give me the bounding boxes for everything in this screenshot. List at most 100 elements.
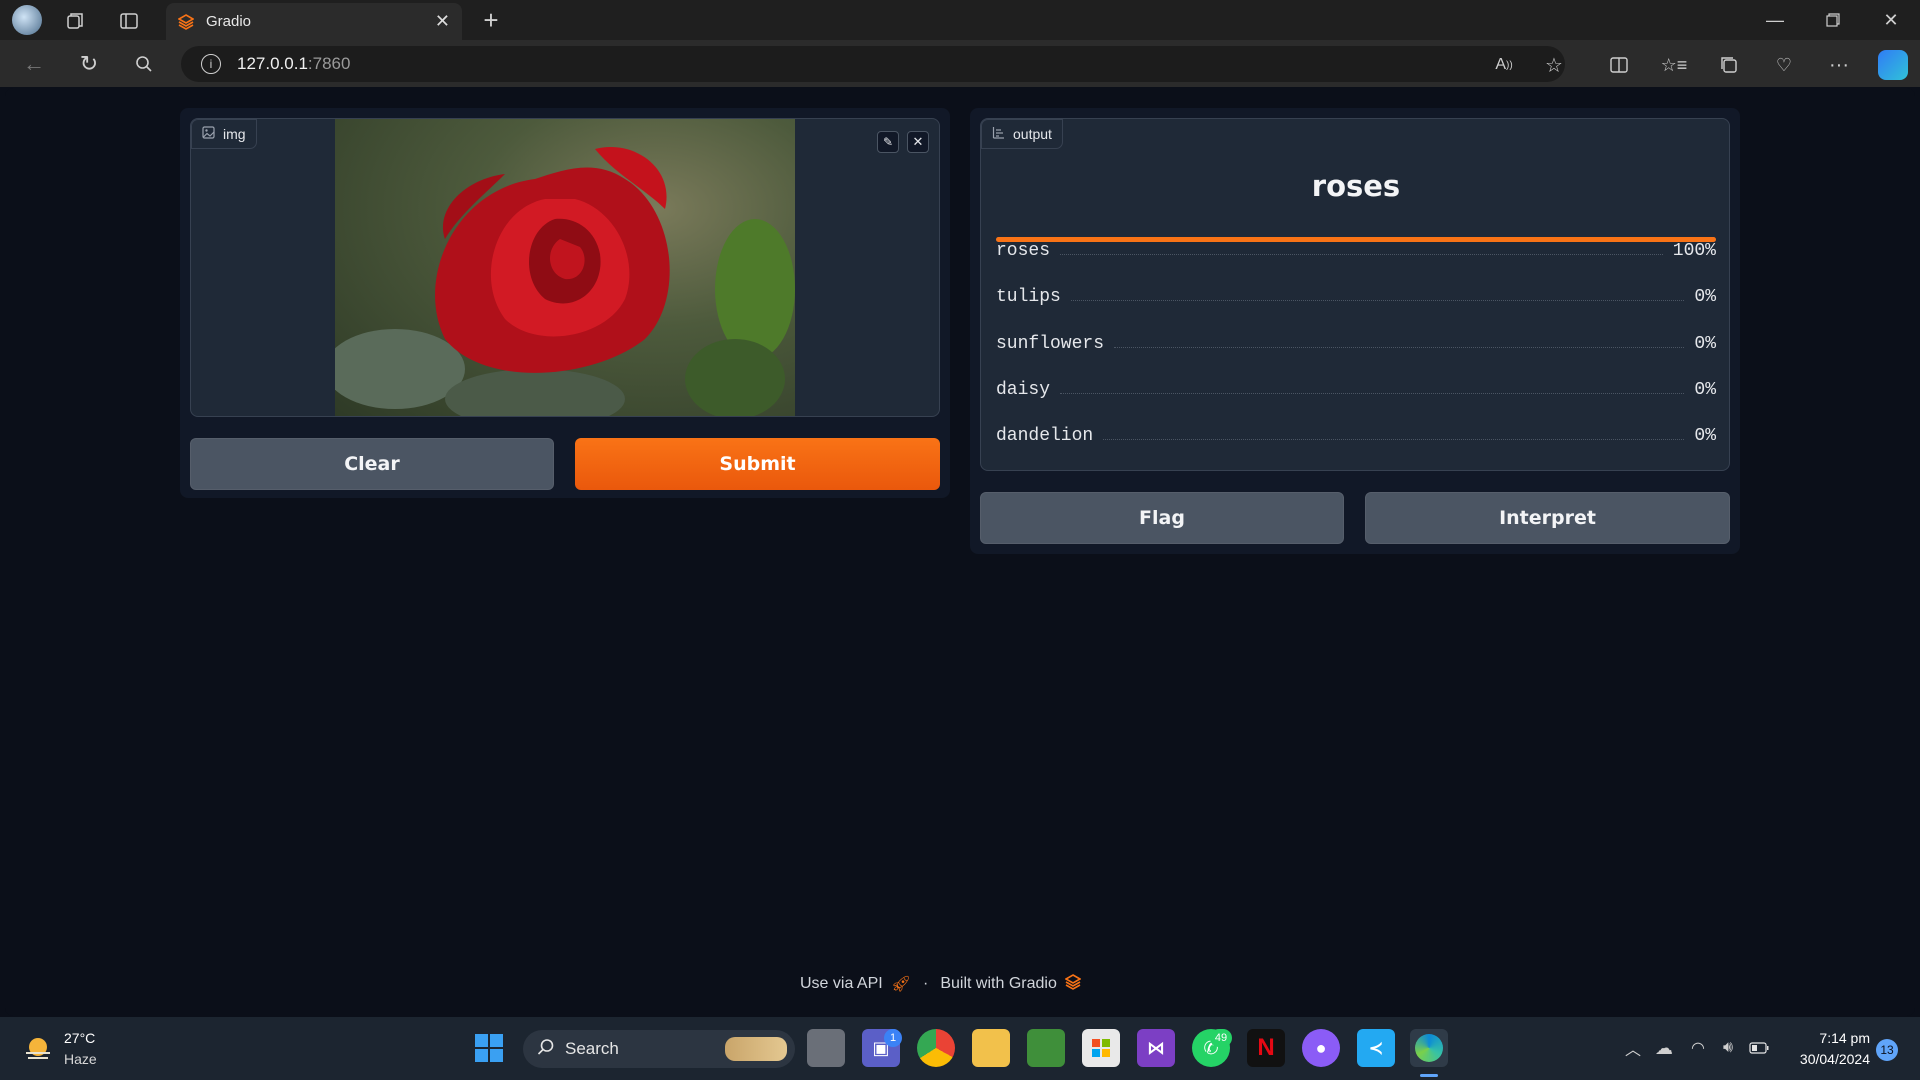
active-app-indicator bbox=[1420, 1074, 1438, 1077]
window-close-icon[interactable]: ✕ bbox=[1878, 8, 1904, 32]
class-value: 0% bbox=[1694, 287, 1716, 307]
footer-separator: · bbox=[923, 975, 929, 992]
search-icon bbox=[537, 1038, 555, 1061]
refresh-icon[interactable]: ↻ bbox=[75, 50, 103, 78]
class-value: 100% bbox=[1672, 241, 1716, 261]
task-view-icon[interactable] bbox=[807, 1029, 845, 1067]
close-icon: ✕ bbox=[912, 134, 924, 149]
search-icon[interactable] bbox=[130, 50, 158, 78]
rose-image bbox=[335, 119, 795, 416]
edit-image-button[interactable]: ✎ bbox=[877, 131, 899, 153]
site-info-icon[interactable]: i bbox=[201, 54, 221, 74]
favorite-star-icon[interactable]: ☆ bbox=[1540, 52, 1568, 78]
new-tab-icon[interactable]: + bbox=[478, 5, 504, 35]
taskbar-search[interactable]: Search bbox=[523, 1030, 795, 1068]
class-value: 0% bbox=[1694, 334, 1716, 354]
weather-icon[interactable] bbox=[22, 1033, 54, 1065]
workspaces-icon[interactable] bbox=[62, 8, 88, 34]
class-label: daisy bbox=[996, 380, 1051, 400]
back-icon[interactable]: ← bbox=[20, 50, 48, 78]
confidence-row[interactable]: daisy 0% bbox=[996, 370, 1716, 400]
label-output: output roses roses 100% tulips 0% sunflowe… bbox=[980, 118, 1730, 471]
edge-logo-icon bbox=[1415, 1034, 1443, 1062]
netflix-icon[interactable]: N bbox=[1247, 1029, 1285, 1067]
class-label: sunflowers bbox=[996, 334, 1105, 354]
teams-badge: 1 bbox=[884, 1029, 902, 1047]
chrome-icon[interactable] bbox=[917, 1029, 955, 1067]
gradio-favicon-icon bbox=[177, 13, 195, 30]
windows-start-icon[interactable] bbox=[470, 1029, 508, 1067]
flag-button[interactable]: Flag bbox=[980, 492, 1344, 544]
output-label-text: output bbox=[1013, 126, 1052, 142]
image-icon bbox=[202, 126, 215, 142]
url-host: 127.0.0.1 bbox=[237, 54, 308, 73]
wifi-icon[interactable]: ◠ bbox=[1686, 1037, 1710, 1059]
minimize-icon[interactable]: — bbox=[1762, 8, 1788, 32]
more-options-icon[interactable]: ··· bbox=[1825, 52, 1853, 78]
favorites-icon[interactable]: ☆≡ bbox=[1660, 52, 1688, 78]
url-port: :7860 bbox=[307, 54, 351, 73]
row-leader bbox=[1103, 439, 1685, 440]
submit-button[interactable]: Submit bbox=[575, 438, 940, 490]
show-hidden-icons-icon[interactable]: ︿ bbox=[1622, 1037, 1644, 1059]
rocket-icon: 🚀︎ bbox=[890, 976, 912, 993]
battery-icon[interactable] bbox=[1746, 1037, 1772, 1059]
file-explorer-icon[interactable] bbox=[972, 1029, 1010, 1067]
browser-essentials-icon[interactable]: ♡ bbox=[1770, 52, 1798, 78]
address-bar[interactable]: i 127.0.0.1 :7860 bbox=[181, 46, 1565, 82]
microsoft-store-icon[interactable] bbox=[1082, 1029, 1120, 1067]
class-label: roses bbox=[996, 241, 1051, 261]
image-label-text: img bbox=[223, 126, 246, 142]
confidence-row[interactable]: tulips 0% bbox=[996, 277, 1716, 307]
image-label: img bbox=[191, 119, 257, 149]
built-with-gradio-link[interactable]: Built with Gradio bbox=[940, 975, 1057, 993]
split-screen-icon[interactable] bbox=[1605, 52, 1633, 78]
pencil-icon: ✎ bbox=[882, 135, 894, 149]
class-value: 0% bbox=[1694, 380, 1716, 400]
use-via-api-link[interactable]: Use via API bbox=[800, 975, 883, 993]
clock-time[interactable]: 7:14 pm bbox=[1780, 1030, 1870, 1046]
vscode-icon[interactable]: ≺ bbox=[1357, 1029, 1395, 1067]
output-label: output bbox=[981, 119, 1063, 149]
row-leader bbox=[1114, 347, 1685, 348]
remove-image-button[interactable]: ✕ bbox=[907, 131, 929, 153]
vertical-tabs-icon[interactable] bbox=[116, 8, 142, 34]
tab-gradio[interactable]: Gradio ✕ bbox=[166, 3, 462, 40]
confidence-row[interactable]: dandelion 0% bbox=[996, 416, 1716, 446]
confidence-row[interactable]: sunflowers 0% bbox=[996, 324, 1716, 354]
class-value: 0% bbox=[1694, 426, 1716, 446]
onedrive-icon[interactable]: ☁ bbox=[1652, 1037, 1676, 1059]
windows-taskbar: 27°C Haze Search ▣ 1 ⋈ ✆ 49 N ● ≺ ︿ ☁ ◠ … bbox=[0, 1017, 1920, 1080]
search-placeholder: Search bbox=[565, 1039, 619, 1058]
clock-date[interactable]: 30/04/2024 bbox=[1780, 1051, 1870, 1067]
image-input[interactable]: img ✎ ✕ bbox=[190, 118, 940, 417]
predicted-class: roses bbox=[1311, 169, 1401, 203]
volume-icon[interactable]: 🔊︎ bbox=[1716, 1037, 1740, 1059]
browser-tab-bar: Gradio ✕ + — ✕ bbox=[0, 0, 1920, 40]
row-leader bbox=[1060, 254, 1663, 255]
github-icon[interactable]: ● bbox=[1302, 1029, 1340, 1067]
gradio-logo-icon bbox=[1064, 973, 1082, 995]
class-label: tulips bbox=[996, 287, 1061, 307]
copilot-icon[interactable] bbox=[1878, 50, 1908, 80]
clear-button[interactable]: Clear bbox=[190, 438, 554, 490]
interpret-button[interactable]: Interpret bbox=[1365, 492, 1730, 544]
search-highlight-icon bbox=[725, 1037, 787, 1061]
edge-icon[interactable] bbox=[1410, 1029, 1448, 1067]
confidence-row[interactable]: roses 100% bbox=[996, 231, 1716, 261]
whatsapp-badge: 49 bbox=[1210, 1029, 1232, 1047]
profile-avatar[interactable] bbox=[12, 5, 42, 35]
weather-temp: 27°C bbox=[64, 1030, 96, 1046]
collections-icon[interactable] bbox=[1715, 52, 1743, 78]
class-label: dandelion bbox=[996, 426, 1094, 446]
footer: Use via API 🚀︎ · Built with Gradio bbox=[800, 972, 1120, 996]
weather-desc: Haze bbox=[64, 1051, 97, 1067]
restore-icon[interactable] bbox=[1820, 8, 1846, 32]
close-tab-icon[interactable]: ✕ bbox=[435, 11, 450, 32]
photos-app-icon[interactable] bbox=[1027, 1029, 1065, 1067]
notification-badge[interactable]: 13 bbox=[1876, 1039, 1898, 1061]
visual-studio-icon[interactable]: ⋈ bbox=[1137, 1029, 1175, 1067]
read-aloud-icon[interactable]: A)) bbox=[1490, 52, 1518, 78]
row-leader bbox=[1070, 300, 1685, 301]
row-leader bbox=[1060, 393, 1685, 394]
